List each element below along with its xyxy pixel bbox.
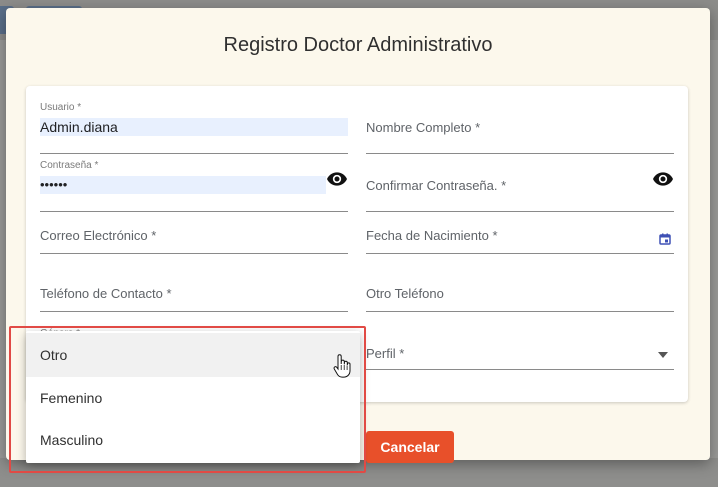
fecha-nacimiento-underline	[366, 253, 674, 254]
contrasena-label: Contraseña *	[40, 160, 99, 171]
usuario-input[interactable]: Admin.diana	[40, 118, 348, 136]
otro-telefono-field[interactable]: Otro Teléfono	[366, 256, 674, 312]
fecha-nacimiento-field[interactable]: Fecha de Nacimiento *	[366, 198, 674, 254]
telefono-contacto-input[interactable]: Teléfono de Contacto *	[40, 286, 172, 301]
usuario-underline	[40, 153, 348, 154]
nombre-completo-underline	[366, 153, 674, 154]
confirmar-contrasena-input[interactable]: Confirmar Contraseña. *	[366, 178, 506, 193]
usuario-label: Usuario *	[40, 102, 82, 113]
eye-icon[interactable]	[326, 168, 348, 190]
perfil-field[interactable]: Perfil *	[366, 322, 674, 370]
correo-input[interactable]: Correo Electrónico *	[40, 228, 156, 243]
otro-telefono-input[interactable]: Otro Teléfono	[366, 286, 444, 301]
contrasena-input[interactable]: ••••••	[40, 176, 326, 194]
telefono-contacto-field[interactable]: Teléfono de Contacto *	[40, 256, 348, 312]
fecha-nacimiento-input[interactable]: Fecha de Nacimiento *	[366, 228, 498, 243]
highlight-annotation-box	[9, 326, 366, 473]
perfil-underline	[366, 369, 674, 370]
hand-pointer-icon	[333, 354, 351, 378]
correo-field[interactable]: Correo Electrónico *	[40, 198, 348, 254]
arrow-drop-down-icon[interactable]	[652, 344, 674, 366]
nombre-completo-field[interactable]: Nombre Completo *	[366, 98, 674, 154]
telefono-contacto-underline	[40, 311, 348, 312]
usuario-field[interactable]: Usuario * Admin.diana	[40, 98, 348, 154]
perfil-select[interactable]: Perfil *	[366, 346, 404, 361]
correo-underline	[40, 253, 348, 254]
calendar-icon[interactable]	[654, 228, 676, 250]
eye-icon[interactable]	[652, 168, 674, 190]
nombre-completo-input[interactable]: Nombre Completo *	[366, 120, 480, 135]
dialog-title: Registro Doctor Administrativo	[223, 34, 493, 56]
otro-telefono-underline	[366, 311, 674, 312]
cancel-button[interactable]: Cancelar	[366, 431, 454, 463]
